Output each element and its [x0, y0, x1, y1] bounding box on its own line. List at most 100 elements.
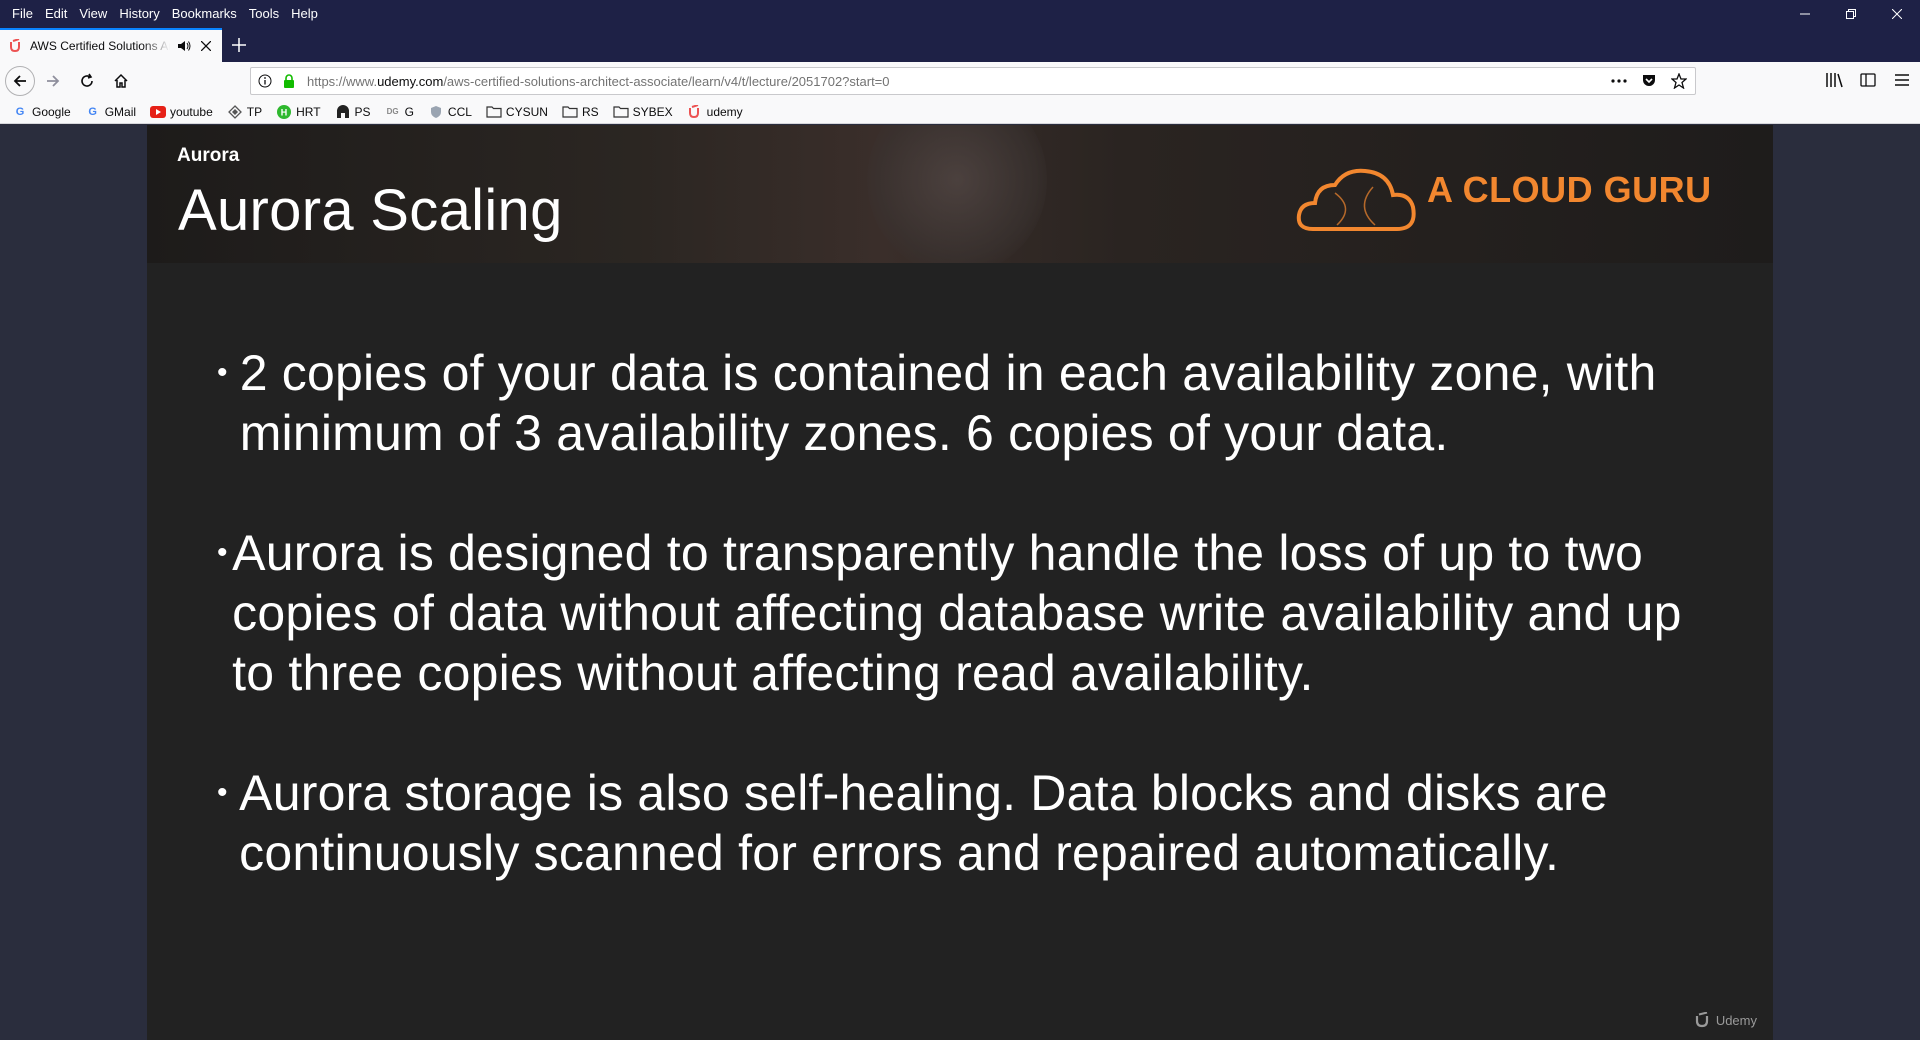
window-controls	[1782, 0, 1920, 28]
menu-help[interactable]: Help	[285, 4, 324, 24]
pocket-icon[interactable]	[1639, 71, 1659, 91]
ps-icon	[335, 104, 351, 120]
new-tab-button[interactable]	[222, 28, 256, 62]
bookmark-label: CYSUN	[505, 104, 548, 119]
menu-edit[interactable]: Edit	[39, 4, 73, 24]
minimize-button[interactable]	[1782, 0, 1828, 28]
bookmark-label: Google	[32, 104, 71, 119]
arrow-right-icon	[47, 75, 60, 87]
lock-icon[interactable]	[279, 71, 299, 91]
udemy-icon	[8, 38, 24, 54]
bookmark-label: PS	[354, 104, 371, 119]
menu-file[interactable]: File	[6, 4, 39, 24]
bullet-text: Aurora storage is also self-healing. Dat…	[239, 765, 1608, 881]
bookmark-label: SYBEX	[632, 104, 673, 119]
list-item: • Aurora is designed to transparently ha…	[217, 523, 1737, 703]
minimize-icon	[1800, 13, 1810, 15]
bookmark-gmail[interactable]: G GMail	[83, 101, 138, 123]
close-icon	[1892, 9, 1902, 19]
url-scheme: https://www.	[307, 73, 378, 89]
menu-view[interactable]: View	[73, 4, 113, 24]
menu-bookmarks[interactable]: Bookmarks	[166, 4, 243, 24]
folder-icon	[562, 104, 578, 120]
bookmark-google[interactable]: G Google	[10, 101, 73, 123]
library-icon[interactable]	[1822, 68, 1846, 92]
close-tab-icon[interactable]	[198, 38, 214, 54]
more-actions-icon[interactable]	[1609, 71, 1629, 91]
back-button[interactable]	[5, 66, 35, 96]
cloud-logo-icon	[1296, 168, 1416, 231]
bullet-dot: •	[217, 536, 228, 569]
star-icon[interactable]	[1669, 71, 1689, 91]
bookmark-ps[interactable]: PS	[333, 101, 373, 123]
bullet-text: 2 copies of your data is contained in ea…	[239, 345, 1657, 461]
header-background-image	[867, 125, 1047, 263]
restore-button[interactable]	[1828, 0, 1874, 28]
bullet-list: • 2 copies of your data is contained in …	[217, 343, 1737, 943]
udemy-icon	[687, 104, 703, 120]
bookmark-ccl[interactable]: CCL	[426, 101, 474, 123]
forward-button[interactable]	[37, 65, 69, 97]
bookmark-label: GMail	[104, 104, 137, 119]
bookmarks-bar: G Google G GMail youtube TP H HRT PS DG …	[0, 100, 1920, 124]
lecture-slide[interactable]: Aurora Aurora Scaling A CLOUD GURU • 2 c…	[147, 125, 1773, 1040]
close-window-button[interactable]	[1874, 0, 1920, 28]
bookmark-g[interactable]: DG G	[383, 101, 416, 123]
bookmark-label: TP	[246, 104, 263, 119]
toolbar-right	[1822, 68, 1914, 92]
tab-active[interactable]: AWS Certified Solutions Architect - Asso…	[0, 28, 222, 62]
bullet-dot: •	[217, 356, 228, 389]
info-icon[interactable]	[255, 71, 275, 91]
plus-icon	[232, 38, 246, 52]
bookmark-label: CCL	[447, 104, 472, 119]
bookmark-label: G	[404, 104, 414, 119]
page-content: Aurora Aurora Scaling A CLOUD GURU • 2 c…	[0, 125, 1920, 1040]
google-icon: G	[88, 105, 97, 118]
bullet-text: Aurora is designed to transparently hand…	[232, 525, 1682, 701]
bookmark-tp[interactable]: TP	[225, 101, 264, 123]
list-item: • Aurora storage is also self-healing. D…	[217, 763, 1737, 883]
youtube-icon	[150, 104, 167, 120]
home-icon	[114, 73, 128, 88]
reload-button[interactable]	[71, 65, 103, 97]
brand-name: A CLOUD GURU	[1427, 169, 1712, 210]
menu-bar: File Edit View History Bookmarks Tools H…	[0, 0, 324, 28]
bookmark-rs[interactable]: RS	[560, 101, 601, 123]
tab-title: AWS Certified Solutions Architect - Asso…	[30, 39, 170, 53]
bullet-dot: •	[217, 776, 228, 809]
bookmark-youtube[interactable]: youtube	[148, 101, 215, 123]
bookmark-hrt[interactable]: H HRT	[274, 101, 322, 123]
menu-history[interactable]: History	[113, 4, 165, 24]
url-text[interactable]: https://www.udemy.com/aws-certified-solu…	[307, 74, 890, 89]
shield-icon	[428, 104, 444, 120]
navigation-toolbar: https://www.udemy.com/aws-certified-solu…	[0, 62, 1920, 100]
menu-tools[interactable]: Tools	[243, 4, 285, 24]
tab-strip: AWS Certified Solutions Architect - Asso…	[0, 28, 1920, 62]
g-icon: DG	[386, 107, 399, 116]
google-icon: G	[15, 105, 25, 118]
bookmark-label: youtube	[170, 104, 213, 119]
sidebar-icon[interactable]	[1856, 68, 1880, 92]
bookmark-label: udemy	[706, 104, 743, 119]
address-bar[interactable]: https://www.udemy.com/aws-certified-solu…	[250, 67, 1696, 95]
watermark-text: Udemy	[1715, 1012, 1757, 1028]
folder-icon	[613, 104, 629, 120]
folder-icon	[486, 104, 502, 120]
restore-icon	[1846, 9, 1856, 19]
tp-icon	[227, 104, 243, 120]
reload-icon	[81, 73, 93, 87]
home-button[interactable]	[105, 65, 137, 97]
bookmark-sybex[interactable]: SYBEX	[611, 101, 675, 123]
speaker-icon[interactable]	[176, 38, 192, 54]
bookmark-label: HRT	[296, 104, 321, 119]
url-path: /aws-certified-solutions-architect-assoc…	[443, 73, 890, 89]
bookmark-udemy[interactable]: udemy	[685, 101, 745, 123]
list-item: • 2 copies of your data is contained in …	[217, 343, 1737, 463]
hamburger-menu-icon[interactable]	[1890, 68, 1914, 92]
bookmark-cysun[interactable]: CYSUN	[484, 101, 550, 123]
page-actions	[1609, 71, 1689, 91]
title-bar: File Edit View History Bookmarks Tools H…	[0, 0, 1920, 28]
udemy-logo-icon	[1695, 1012, 1708, 1028]
slide-section-label: Aurora	[177, 145, 240, 166]
slide-header: Aurora Aurora Scaling A CLOUD GURU	[147, 125, 1773, 263]
